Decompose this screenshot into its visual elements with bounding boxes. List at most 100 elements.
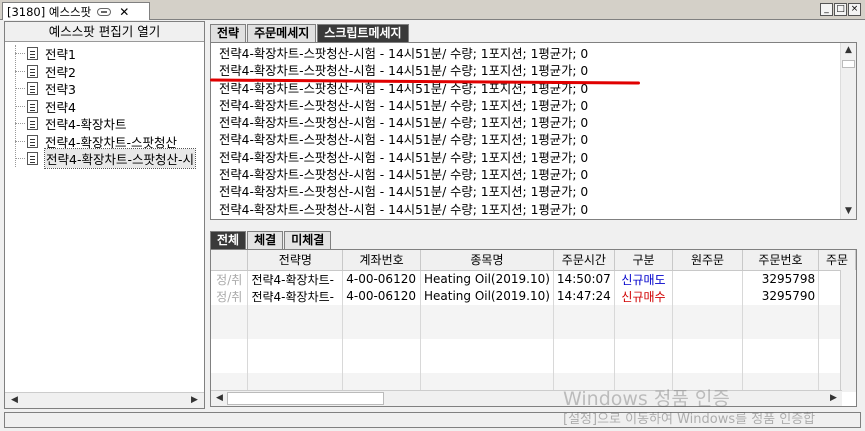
cell-side: 신규매수 (614, 287, 674, 305)
table-row-empty (211, 304, 856, 322)
tree-item-label: 전략4 (45, 99, 76, 115)
cell-time: 14:50:07 (553, 270, 615, 288)
window-controls: _ □ × (820, 3, 861, 16)
cell-account: 4-00-06120 (342, 287, 421, 305)
table-row-empty (211, 338, 856, 356)
scroll-up-arrow-icon[interactable]: ▲ (841, 43, 856, 58)
modify-cancel-button[interactable]: 정/취 (211, 287, 249, 305)
document-icon (27, 134, 38, 148)
maximize-button[interactable]: □ (834, 3, 847, 16)
order-tabs: 전체 체결 미체결 (210, 231, 332, 249)
cell-order-no: 3295790 (742, 287, 820, 305)
column-header-orig-order[interactable]: 원주문 (672, 250, 743, 271)
column-header-account[interactable]: 계좌번호 (342, 250, 421, 271)
cell-time: 14:47:24 (553, 287, 615, 305)
tree-item-strategy4[interactable]: 전략4 (5, 98, 204, 116)
message-tabs: 전략 주문메세지 스크립트메세지 (210, 24, 410, 42)
document-icon (27, 152, 38, 166)
scroll-right-arrow-icon[interactable]: ▶ (187, 393, 202, 408)
tree-item-strategy4-extchart[interactable]: 전략4-확장차트 (5, 115, 204, 133)
order-grid[interactable]: 전략명 계좌번호 종목명 주문시간 구분 원주문 주문번호 주문 정/취 전략4… (210, 249, 857, 407)
table-row-empty (211, 321, 856, 339)
scroll-left-arrow-icon[interactable]: ◀ (7, 393, 22, 408)
column-header-side[interactable]: 구분 (614, 250, 674, 271)
minimize-button[interactable]: _ (820, 3, 833, 16)
tab-unfilled[interactable]: 미체결 (284, 231, 332, 249)
tree-item-label: 전략4-확장차트 (45, 117, 127, 133)
message-line: 전략4-확장차트-스팟청산-시험 - 14시51분/ 수량; 1포지션; 1평균… (219, 185, 589, 200)
table-row[interactable]: 정/취 전략4-확장차트- 4-00-06120 Heating Oil(201… (211, 270, 856, 288)
tab-order-message[interactable]: 주문메세지 (247, 24, 317, 42)
cell-orig-order (672, 287, 743, 305)
tab-all[interactable]: 전체 (210, 231, 247, 249)
grid-horizontal-scrollbar[interactable]: ◀ ▶ (211, 390, 842, 406)
window-title: [3180] 예스스팟 (7, 4, 92, 19)
column-header-action (211, 250, 249, 271)
tab-script-message[interactable]: 스크립트메세지 (317, 24, 409, 42)
cell-strategy: 전략4-확장차트- (247, 270, 344, 288)
activation-watermark-text: [설정]으로 이동하여 Windows를 정품 인증합 (563, 412, 816, 427)
tree-item-label: 전략2 (45, 64, 76, 80)
column-header-strategy[interactable]: 전략명 (247, 250, 344, 271)
table-row-empty (211, 372, 856, 390)
activation-watermark-title: Windows 정품 인증 (563, 388, 730, 410)
message-line: 전략4-확장차트-스팟청산-시험 - 14시51분/ 수량; 1포지션; 1평균… (219, 47, 589, 61)
message-line: 전략4-확장차트-스팟청산-시험 - 14시51분/ 수량; 1포지션; 1평균… (219, 64, 589, 79)
scroll-down-arrow-icon[interactable]: ▼ (841, 204, 856, 219)
message-list[interactable]: 전략4-확장차트-스팟청산-시험 - 14시51분/ 수량; 1포지션; 1평균… (210, 42, 857, 220)
tree-item-label: 전략1 (45, 47, 76, 63)
close-button[interactable]: × (848, 3, 861, 16)
column-header-time[interactable]: 주문시간 (553, 250, 615, 271)
window-titlebar: [3180] 예스스팟 ✕ _ □ × (0, 0, 865, 20)
cell-orig-order (672, 270, 743, 288)
document-icon (27, 64, 38, 78)
scroll-right-arrow-icon[interactable]: ▶ (826, 391, 841, 406)
document-icon (27, 82, 38, 96)
tree-item-strategy3[interactable]: 전략3 (5, 80, 204, 98)
message-line: 전략4-확장차트-스팟청산-시험 - 14시51분/ 수량; 1포지션; 1평균… (219, 116, 589, 131)
document-icon (27, 47, 38, 61)
strategy-tree-panel: 예스스팟 편집기 열기 전략1 전략2 전략3 전략4 전략4-확장차트 전략4… (4, 21, 205, 409)
cell-strategy: 전략4-확장차트- (247, 287, 344, 305)
cell-side: 신규매도 (614, 270, 674, 288)
tree-item-strategy4-spot[interactable]: 전략4-확장차트-스팟청산 (5, 133, 204, 151)
column-header-order-no[interactable]: 주문번호 (742, 250, 820, 271)
message-line: 전략4-확장차트-스팟청산-시험 - 14시51분/ 수량; 1포지션; 1평균… (219, 150, 589, 165)
cell-order-no: 3295798 (742, 270, 820, 288)
link-icon[interactable] (97, 7, 112, 16)
document-icon (27, 117, 38, 131)
tab-filled[interactable]: 체결 (247, 231, 284, 249)
grid-vertical-scrollbar[interactable] (840, 270, 856, 392)
tab-strategy[interactable]: 전략 (210, 24, 247, 42)
message-line: 전략4-확장차트-스팟청산-시험 - 14시51분/ 수량; 1포지션; 1평균… (219, 202, 589, 217)
strategy-tree: 전략1 전략2 전략3 전략4 전략4-확장차트 전략4-확장차트-스팟청산 전… (5, 42, 204, 170)
table-row[interactable]: 정/취 전략4-확장차트- 4-00-06120 Heating Oil(201… (211, 287, 856, 305)
sidebar-horizontal-scrollbar[interactable]: ◀ ▶ (5, 392, 204, 408)
table-row-empty (211, 355, 856, 373)
table-header: 전략명 계좌번호 종목명 주문시간 구분 원주문 주문번호 주문 (211, 250, 856, 271)
close-tab-icon[interactable]: ✕ (119, 6, 129, 18)
order-table: 전략명 계좌번호 종목명 주문시간 구분 원주문 주문번호 주문 정/취 전략4… (211, 250, 856, 390)
cell-symbol: Heating Oil(2019.10) (420, 270, 554, 288)
window-tab[interactable]: [3180] 예스스팟 ✕ (2, 2, 150, 20)
scroll-left-arrow-icon[interactable]: ◀ (212, 391, 227, 406)
tree-item-strategy1[interactable]: 전략1 (5, 45, 204, 63)
column-header-symbol[interactable]: 종목명 (420, 250, 554, 271)
message-line: 전략4-확장차트-스팟청산-시험 - 14시51분/ 수량; 1포지션; 1평균… (219, 98, 589, 113)
tree-item-label: 전략3 (45, 82, 76, 98)
cell-symbol: Heating Oil(2019.10) (420, 287, 554, 305)
open-editor-button[interactable]: 예스스팟 편집기 열기 (5, 22, 204, 42)
message-line: 전략4-확장차트-스팟청산-시험 - 14시51분/ 수량; 1포지션; 1평균… (219, 133, 589, 148)
tree-item-strategy4-spot-test[interactable]: 전략4-확장차트-스팟청산-시 (5, 148, 204, 170)
tree-item-label: 전략4-확장차트-스팟청산-시 (44, 148, 196, 170)
document-icon (27, 99, 38, 113)
tree-item-strategy2[interactable]: 전략2 (5, 63, 204, 81)
scroll-thumb[interactable] (842, 60, 855, 68)
scroll-thumb[interactable] (227, 392, 384, 405)
modify-cancel-button[interactable]: 정/취 (211, 270, 249, 288)
cell-account: 4-00-06120 (342, 270, 421, 288)
column-header-extra[interactable]: 주문 (818, 250, 856, 271)
message-vertical-scrollbar[interactable]: ▲ ▼ (840, 43, 856, 219)
tree-item-label: 전략4-확장차트-스팟청산 (45, 134, 177, 150)
message-line: 전략4-확장차트-스팟청산-시험 - 14시51분/ 수량; 1포지션; 1평균… (219, 168, 589, 183)
